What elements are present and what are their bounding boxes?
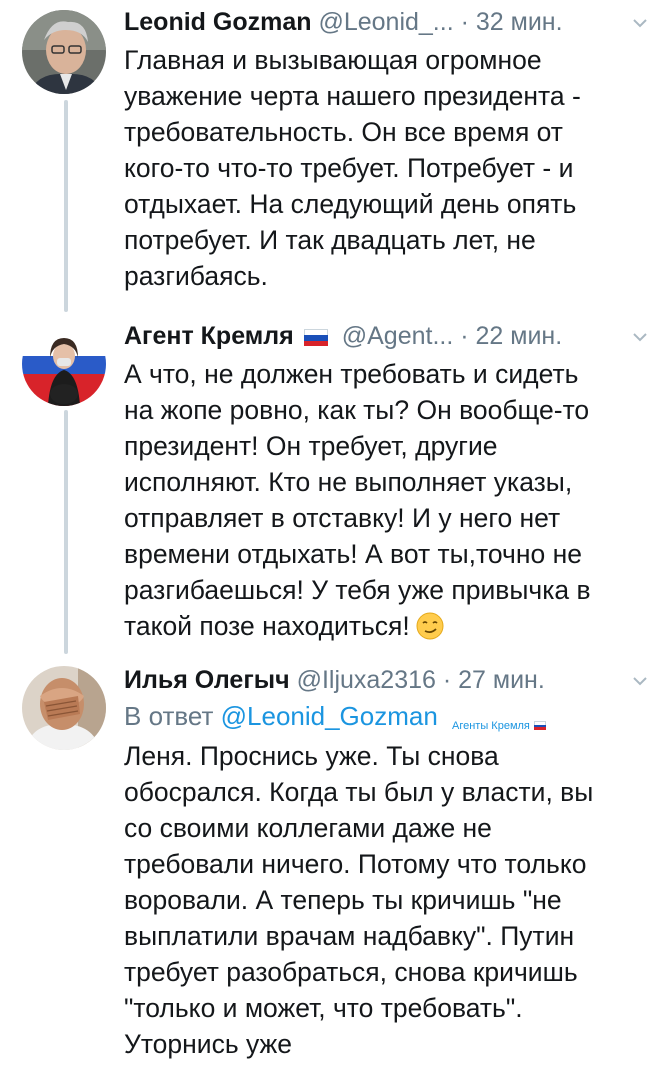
timestamp[interactable]: 32 мин. bbox=[476, 8, 563, 36]
chevron-down-icon[interactable] bbox=[631, 14, 649, 32]
tweet-text: Леня. Проснись уже. Ты снова обосрался. … bbox=[124, 741, 594, 1059]
tweet-header: Агент Кремля @Agent... · 22 мин. bbox=[124, 318, 655, 354]
timestamp[interactable]: 27 мин. bbox=[458, 666, 545, 694]
person-photo-avatar-icon bbox=[22, 10, 106, 94]
avatar[interactable] bbox=[22, 10, 106, 94]
tweet-text-content: А что, не должен требовать и сидеть на ж… bbox=[124, 359, 591, 641]
avatar[interactable] bbox=[22, 322, 106, 406]
watermark-text: Агенты Кремля bbox=[452, 720, 530, 732]
russian-flag-icon bbox=[303, 329, 328, 346]
author-handle[interactable]: @Agent... bbox=[342, 322, 454, 350]
author-handle[interactable]: @Iljuxa2316 bbox=[297, 666, 436, 694]
author-handle[interactable]: @Leonid_... bbox=[318, 8, 453, 36]
separator: · bbox=[460, 322, 469, 350]
separator: · bbox=[460, 8, 469, 36]
facepalm-man-avatar-icon bbox=[22, 666, 106, 750]
author-name[interactable]: Агент Кремля bbox=[124, 322, 294, 350]
chevron-down-icon[interactable] bbox=[631, 672, 649, 690]
reply-handle-link[interactable]: @Leonid_Gozman bbox=[221, 701, 438, 731]
author-name[interactable]: Leonid Gozman bbox=[124, 8, 312, 36]
tweet-text: Главная и вызывающая огромное уважение ч… bbox=[124, 45, 581, 291]
thread-line bbox=[64, 410, 68, 654]
reply-context: В ответ @Leonid_Gozman Агенты Кремля bbox=[124, 698, 655, 736]
timestamp[interactable]: 22 мин. bbox=[476, 322, 563, 350]
russian-flag-icon bbox=[533, 721, 546, 730]
chevron-down-icon[interactable] bbox=[631, 328, 649, 346]
reply-prefix: В ответ bbox=[124, 701, 214, 731]
thread-line bbox=[64, 100, 68, 312]
author-name[interactable]: Илья Олегыч bbox=[124, 666, 290, 694]
tweet-header: Leonid Gozman @Leonid_... · 32 мин. bbox=[124, 4, 655, 40]
separator: · bbox=[442, 666, 452, 694]
tweet-header: Илья Олегыч @Iljuxa2316 · 27 мин. bbox=[124, 662, 655, 698]
avatar[interactable] bbox=[22, 666, 106, 750]
woman-with-flag-avatar-icon bbox=[22, 322, 106, 406]
smirking-face-emoji-icon bbox=[416, 612, 444, 640]
watermark: Агенты Кремля bbox=[452, 720, 546, 732]
tweet-text: А что, не должен требовать и сидеть на ж… bbox=[124, 356, 655, 644]
